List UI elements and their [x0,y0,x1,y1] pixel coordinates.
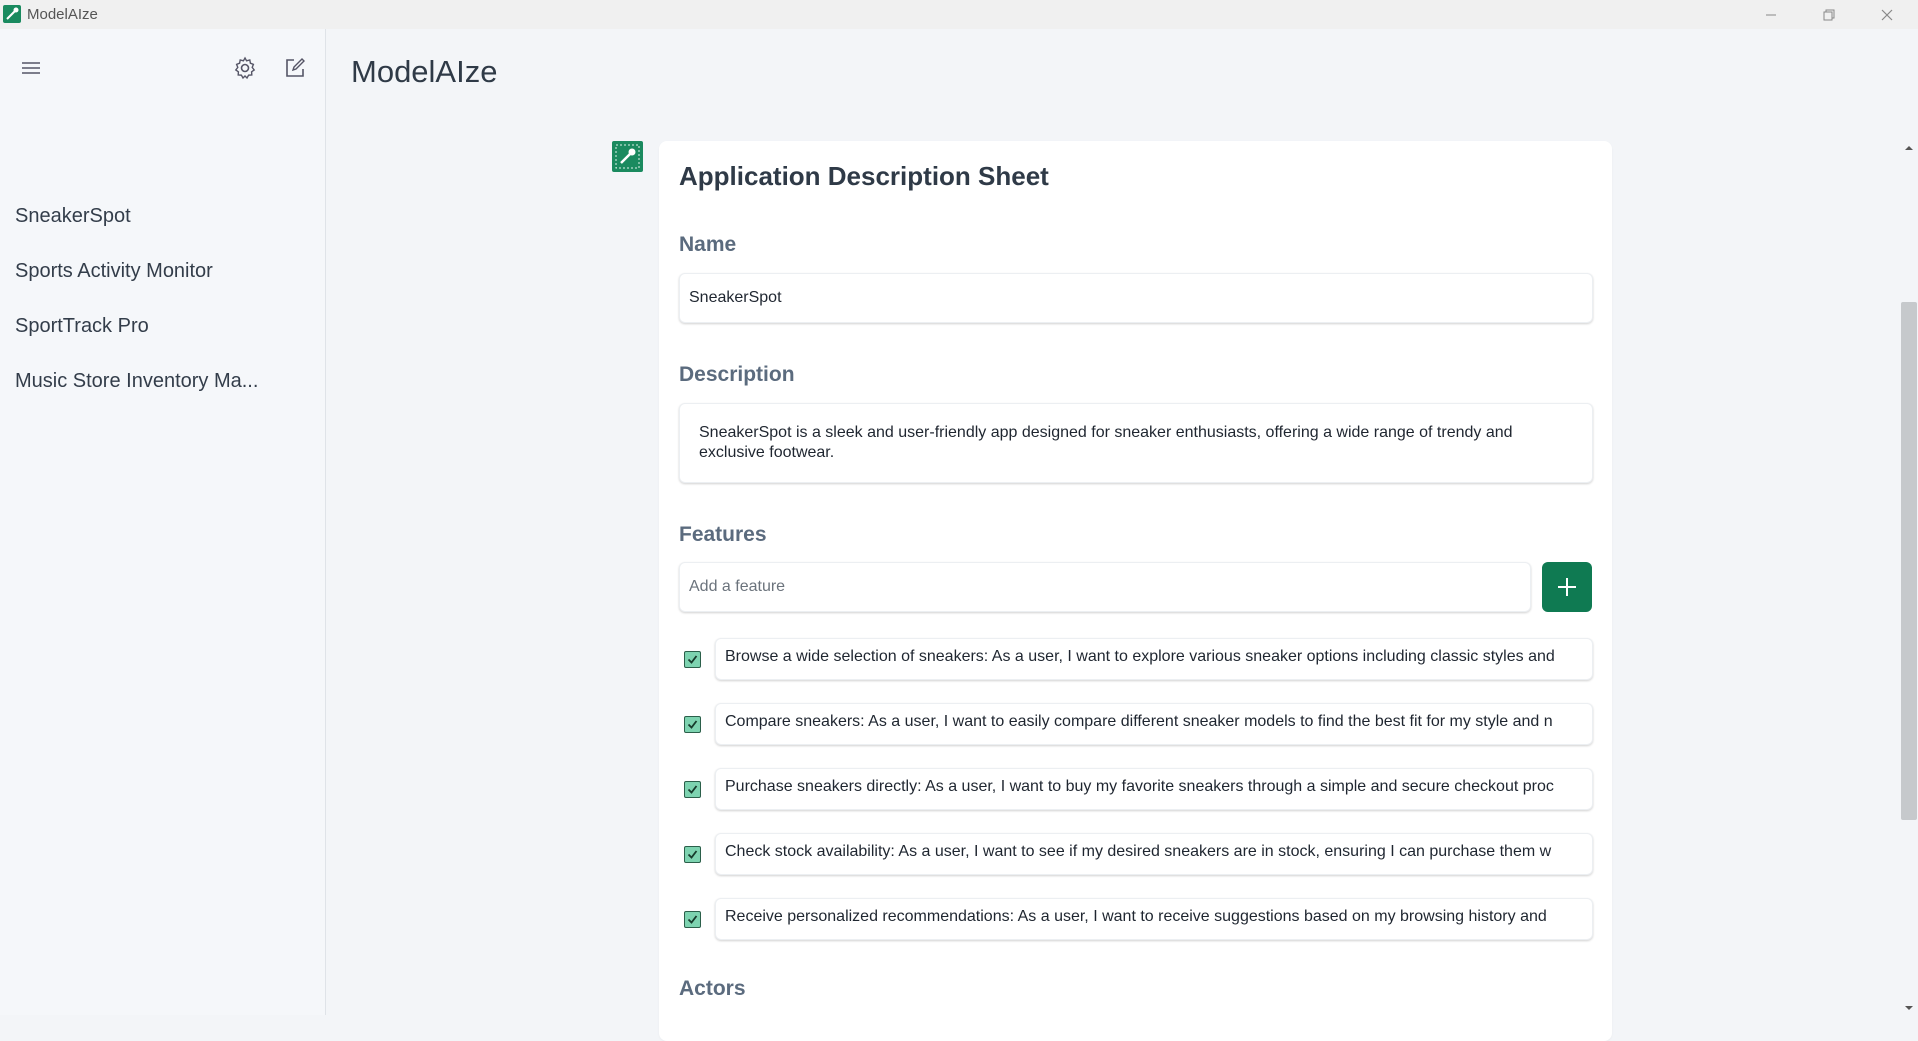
check-icon [687,850,698,859]
check-icon [687,785,698,794]
name-value: SneakerSpot [689,289,782,306]
feature-checkbox[interactable] [684,781,701,798]
project-list: SneakerSpot Sports Activity Monitor Spor… [0,189,325,409]
restore-button[interactable] [1800,0,1858,29]
scrollbar-thumb[interactable] [1901,302,1917,820]
description-label: Description [679,363,795,386]
description-value: SneakerSpot is a sleek and user-friendly… [699,424,1513,461]
name-label: Name [679,233,737,256]
new-chat-icon[interactable] [281,54,309,82]
feature-field[interactable]: Check stock availability: As a user, I w… [715,833,1593,875]
minimize-button[interactable] [1742,0,1800,29]
app-logo-icon [3,5,21,23]
scroll-down-icon[interactable] [1900,1001,1918,1015]
feature-text: Browse a wide selection of sneakers: As … [725,648,1555,665]
feature-field[interactable]: Browse a wide selection of sneakers: As … [715,638,1593,680]
feature-checkbox[interactable] [684,651,701,668]
feature-checkbox[interactable] [684,716,701,733]
actors-label: Actors [679,977,746,1000]
gear-icon[interactable] [231,54,259,82]
feature-text: Purchase sneakers directly: As a user, I… [725,778,1554,795]
features-label: Features [679,523,767,546]
sidebar-item-sneakerspot[interactable]: SneakerSpot [0,189,265,244]
page-title: ModelAIze [351,54,498,89]
feature-item: Purchase sneakers directly: As a user, I… [679,768,1593,821]
sidebar-item-sporttrack-pro[interactable]: SportTrack Pro [0,299,265,354]
scroll-up-icon[interactable] [1900,141,1918,155]
feature-item: Receive personalized recommendations: As… [679,898,1593,951]
plus-icon [1558,578,1576,596]
feature-checkbox[interactable] [684,846,701,863]
feature-item: Compare sneakers: As a user, I want to e… [679,703,1593,756]
feature-checkbox[interactable] [684,911,701,928]
check-icon [687,655,698,664]
feature-text: Compare sneakers: As a user, I want to e… [725,713,1553,730]
sidebar: SneakerSpot Sports Activity Monitor Spor… [0,29,326,1015]
feature-field[interactable]: Receive personalized recommendations: As… [715,898,1593,940]
check-icon [687,720,698,729]
assistant-avatar-icon [612,141,643,172]
feature-field[interactable]: Purchase sneakers directly: As a user, I… [715,768,1593,810]
description-field[interactable]: SneakerSpot is a sleek and user-friendly… [679,403,1593,483]
feature-item: Check stock availability: As a user, I w… [679,833,1593,886]
name-field[interactable]: SneakerSpot [679,273,1593,323]
add-feature-placeholder: Add a feature [689,578,786,595]
feature-item: Browse a wide selection of sneakers: As … [679,638,1593,691]
sidebar-item-sports-activity-monitor[interactable]: Sports Activity Monitor [0,244,265,299]
sheet-title: Application Description Sheet [679,161,1049,191]
feature-text: Receive personalized recommendations: As… [725,908,1547,925]
title-bar: ModelAIze [0,0,1918,29]
feature-text: Check stock availability: As a user, I w… [725,843,1552,860]
check-icon [687,915,698,924]
sidebar-item-music-store[interactable]: Music Store Inventory Ma... [0,354,265,409]
close-button[interactable] [1858,0,1916,29]
window-title: ModelAIze [27,6,98,23]
add-feature-button[interactable] [1542,562,1592,612]
description-sheet-card: Application Description Sheet Name Sneak… [659,141,1612,1041]
menu-icon[interactable] [17,54,45,82]
feature-field[interactable]: Compare sneakers: As a user, I want to e… [715,703,1593,745]
add-feature-input[interactable]: Add a feature [679,562,1531,612]
